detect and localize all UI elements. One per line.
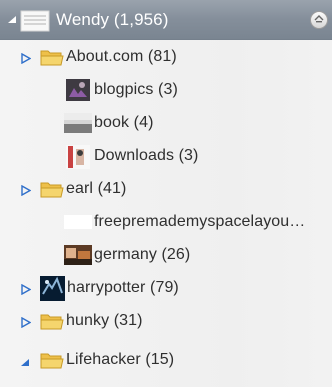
folder-icon: [40, 47, 64, 69]
tree-item-lifehacker[interactable]: Lifehacker (15): [0, 344, 332, 377]
tree-item-label: earl (41): [66, 180, 127, 197]
image-thumbnail-icon: [64, 245, 92, 265]
tree-item-label: freepremademyspacelayou…: [94, 213, 306, 230]
expand-arrow-icon[interactable]: [21, 283, 31, 295]
tree-item-label: Downloads (3): [94, 147, 199, 164]
tree-item-earl[interactable]: earl (41): [0, 173, 332, 206]
scroll-up-button[interactable]: [310, 11, 328, 29]
tree-item-label: About.com (81): [66, 48, 177, 65]
tree-item-label: germany (26): [94, 246, 191, 263]
folder-icon: [40, 311, 64, 333]
tree-item-germany[interactable]: germany (26): [0, 239, 332, 272]
collection-icon: [20, 9, 50, 33]
tree-item-label: blogpics (3): [94, 81, 178, 98]
folder-icon: [40, 350, 64, 372]
tree-item-label: hunky (31): [66, 312, 143, 329]
expanded-arrow-icon[interactable]: [7, 15, 17, 25]
expand-arrow-icon[interactable]: [21, 184, 31, 196]
image-thumbnail-icon: [40, 276, 65, 301]
tree-item-label: book (4): [94, 114, 154, 131]
library-tree-panel: Wendy (1,956) About.com (81) blogpics (3…: [0, 0, 332, 387]
expanded-arrow-icon[interactable]: [20, 358, 30, 368]
tree-item-book[interactable]: book (4): [0, 107, 332, 140]
expand-arrow-icon[interactable]: [21, 316, 31, 328]
tree-item-hunky[interactable]: hunky (31): [0, 305, 332, 338]
folder-icon: [40, 179, 64, 201]
tree-item-harrypotter[interactable]: harrypotter (79): [0, 272, 332, 305]
tree-item-label: Lifehacker (15): [66, 351, 175, 368]
tree-item-downloads[interactable]: Downloads (3): [0, 140, 332, 173]
tree-root-row[interactable]: Wendy (1,956): [0, 0, 332, 40]
expand-arrow-icon[interactable]: [21, 52, 31, 64]
image-thumbnail-icon: [64, 113, 92, 133]
tree-item-about[interactable]: About.com (81): [0, 41, 332, 74]
tree-item-freepremade[interactable]: freepremademyspacelayou…: [0, 206, 332, 239]
root-label: Wendy (1,956): [56, 10, 169, 29]
blank-image-icon: [64, 215, 92, 229]
tree-item-label: harrypotter (79): [67, 279, 179, 296]
image-thumbnail-icon: [66, 145, 90, 169]
image-thumbnail-icon: [66, 79, 90, 101]
tree-item-blogpics[interactable]: blogpics (3): [0, 74, 332, 107]
